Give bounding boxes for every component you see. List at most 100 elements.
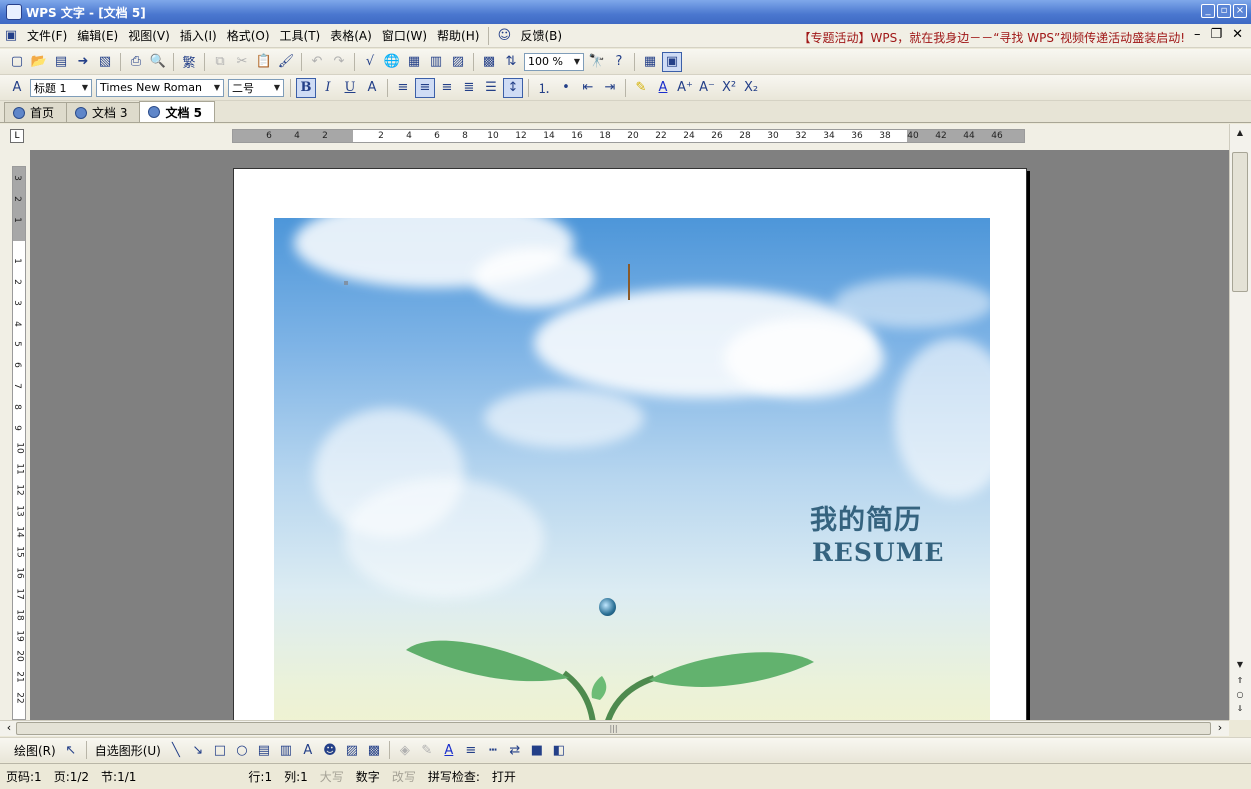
chart-icon[interactable]: ▨	[448, 52, 468, 72]
insert-table-icon[interactable]: ▦	[404, 52, 424, 72]
status-num[interactable]: 数字	[350, 768, 386, 785]
textbox-icon[interactable]: ▤	[254, 740, 274, 760]
cut-icon[interactable]: ✂	[232, 52, 252, 72]
traditional-chinese-button[interactable]: 繁	[179, 52, 199, 72]
draw-font-color-icon[interactable]: A	[439, 740, 459, 760]
menu-feedback[interactable]: 反馈(B)	[515, 27, 567, 44]
vertical-scrollbar[interactable]: ▲ ▼ ⇑ ○ ⇓	[1229, 124, 1251, 720]
align-right-icon[interactable]: ≡	[437, 78, 457, 98]
resume-cover-image[interactable]: 我的简历 RESUME	[274, 218, 990, 720]
menu-table[interactable]: 表格(A)	[325, 27, 377, 44]
doc-close-icon[interactable]: ✕	[1232, 27, 1243, 42]
text-direction-icon[interactable]: ⇅	[501, 52, 521, 72]
picture-icon[interactable]: ▨	[342, 740, 362, 760]
italic-button[interactable]: I	[318, 78, 338, 98]
clipart-icon[interactable]: ☻	[320, 740, 340, 760]
highlight-icon[interactable]: ✎	[631, 78, 651, 98]
horizontal-scrollbar[interactable]: ‹ ||| ›	[0, 720, 1229, 736]
line-style-icon[interactable]: ≡	[461, 740, 481, 760]
bullet-list-icon[interactable]: •	[556, 78, 576, 98]
status-spellcheck-value[interactable]: 打开	[486, 768, 522, 785]
export-icon[interactable]: ➜	[73, 52, 93, 72]
align-left-icon[interactable]: ≡	[393, 78, 413, 98]
open-folder-icon[interactable]: 📂	[29, 52, 49, 72]
bold-button[interactable]: B	[296, 77, 316, 98]
increase-indent-icon[interactable]: ⇥	[600, 78, 620, 98]
menu-format[interactable]: 格式(O)	[222, 27, 275, 44]
underline-button[interactable]: U	[340, 78, 360, 98]
dash-style-icon[interactable]: ┅	[483, 740, 503, 760]
font-color-icon[interactable]: A	[653, 78, 673, 98]
distribute-icon[interactable]: ☰	[481, 78, 501, 98]
arrow-icon[interactable]: ↘	[188, 740, 208, 760]
menu-window[interactable]: 窗口(W)	[377, 27, 432, 44]
numbered-list-icon[interactable]: ⒈	[534, 78, 554, 98]
maximize-icon[interactable]: ▫	[1217, 4, 1231, 18]
grow-font-icon[interactable]: A⁺	[675, 78, 695, 98]
char-spacing-icon[interactable]: A	[362, 78, 382, 98]
help-icon[interactable]: ?	[609, 52, 629, 72]
diagram-icon[interactable]: ▩	[364, 740, 384, 760]
document-page[interactable]: 我的简历 RESUME	[233, 168, 1027, 720]
line-spacing-icon[interactable]: ↕	[503, 77, 523, 98]
wordart-icon[interactable]: A	[298, 740, 318, 760]
vertical-ruler[interactable]: 3 2 1 1 2 3 4 5 6 7 8 9 10 11 12 13 14 15 16 17 18 19 20 21 22	[12, 166, 26, 720]
scroll-down-icon[interactable]: ▼	[1232, 658, 1248, 672]
browse-object-icon[interactable]: ○	[1232, 688, 1248, 702]
format-painter-icon[interactable]: 🖌	[276, 52, 296, 72]
zoom-select[interactable]: 100 % ▼	[524, 52, 584, 71]
rectangle-icon[interactable]: □	[210, 740, 230, 760]
doc-restore-icon[interactable]: ❐	[1210, 27, 1222, 42]
shadow-icon[interactable]: ■	[527, 740, 547, 760]
align-center-icon[interactable]: ≡	[415, 77, 435, 98]
document-map-icon[interactable]: ▩	[479, 52, 499, 72]
feedback-icon[interactable]: ☺	[494, 26, 514, 46]
3d-icon[interactable]: ◧	[549, 740, 569, 760]
horizontal-scroll-thumb[interactable]: |||	[16, 722, 1211, 735]
tab-home[interactable]: 首页	[4, 102, 68, 122]
vertical-textbox-icon[interactable]: ▥	[276, 740, 296, 760]
new-document-icon[interactable]: ▢	[7, 52, 27, 72]
font-select[interactable]: Times New Roman ▼	[96, 78, 224, 97]
paste-icon[interactable]: 📋	[254, 52, 274, 72]
minimize-icon[interactable]: _	[1201, 4, 1215, 18]
oval-icon[interactable]: ○	[232, 740, 252, 760]
pdf-icon[interactable]: ▧	[95, 52, 115, 72]
style-select[interactable]: 标题 1 ▼	[30, 78, 92, 97]
shrink-font-icon[interactable]: A⁻	[697, 78, 717, 98]
status-overwrite[interactable]: 改写	[386, 768, 422, 785]
select-objects-icon[interactable]: ↖	[61, 740, 81, 760]
print-preview-icon[interactable]: 🔍	[148, 52, 168, 72]
arrow-style-icon[interactable]: ⇄	[505, 740, 525, 760]
hyperlink-icon[interactable]: 🌐	[382, 52, 402, 72]
undo-icon[interactable]: ↶	[307, 52, 327, 72]
line-icon[interactable]: ╲	[166, 740, 186, 760]
subscript-icon[interactable]: X₂	[741, 78, 761, 98]
status-caps[interactable]: 大写	[314, 768, 350, 785]
copy-icon[interactable]: ⧉	[210, 52, 230, 72]
font-size-select[interactable]: 二号 ▼	[228, 78, 284, 97]
redo-icon[interactable]: ↷	[329, 52, 349, 72]
scroll-up-icon[interactable]: ▲	[1232, 126, 1248, 140]
decrease-indent-icon[interactable]: ⇤	[578, 78, 598, 98]
line-color-icon[interactable]: ✎	[417, 740, 437, 760]
scroll-right-icon[interactable]: ›	[1213, 722, 1227, 735]
superscript-icon[interactable]: X²	[719, 78, 739, 98]
promo-link[interactable]: 【专题活动】WPS，就在我身边－－“寻找 WPS”视频传递活动盛装启动!	[799, 29, 1186, 46]
justify-icon[interactable]: ≣	[459, 78, 479, 98]
autoshape-menu-button[interactable]: 自选图形(U)	[95, 742, 161, 759]
menu-edit[interactable]: 编辑(E)	[72, 27, 123, 44]
scroll-left-icon[interactable]: ‹	[2, 722, 16, 735]
tab-stop-selector[interactable]: L	[10, 129, 24, 143]
task-pane-icon[interactable]: ▦	[640, 52, 660, 72]
menu-help[interactable]: 帮助(H)	[432, 27, 484, 44]
menu-insert[interactable]: 插入(I)	[175, 27, 222, 44]
horizontal-ruler[interactable]: 6 4 2 2 4 6 8 10 12 14 16 18 20 22 24 26 28 30 32 34 36 38 40 4…	[232, 129, 1025, 143]
page-view-icon[interactable]: ▣	[662, 51, 682, 72]
menu-file[interactable]: 文件(F)	[22, 27, 72, 44]
fill-color-icon[interactable]: ◈	[395, 740, 415, 760]
columns-icon[interactable]: ▥	[426, 52, 446, 72]
next-page-icon[interactable]: ⇓	[1232, 702, 1248, 716]
draw-menu-button[interactable]: 绘图(R)	[14, 742, 56, 759]
save-icon[interactable]: ▤	[51, 52, 71, 72]
